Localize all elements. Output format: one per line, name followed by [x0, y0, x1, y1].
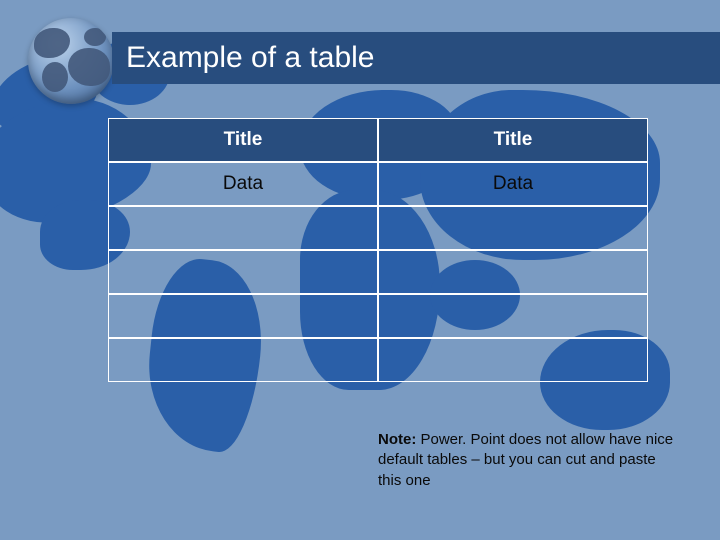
table-cell: [108, 294, 378, 338]
note-label: Note:: [378, 431, 416, 448]
table-cell: [108, 206, 378, 250]
slide: Example of a table Title Title Data Data: [0, 0, 720, 540]
table-cell: [378, 206, 648, 250]
table-header-row: Title Title: [108, 118, 648, 162]
table-cell: [378, 250, 648, 294]
table-cell: [108, 250, 378, 294]
table-cell: [378, 294, 648, 338]
table-cell: [108, 338, 378, 382]
table-cell: [378, 338, 648, 382]
title-bar: Example of a table: [112, 32, 720, 84]
table-row: [108, 206, 648, 250]
footer-note: Note: Power. Point does not allow have n…: [378, 430, 678, 491]
table-row: [108, 250, 648, 294]
table-header-cell: Title: [378, 118, 648, 162]
example-table: Title Title Data Data: [108, 118, 648, 382]
table-row: [108, 338, 648, 382]
note-text: Power. Point does not allow have nice de…: [378, 431, 673, 489]
slide-title: Example of a table: [126, 41, 374, 75]
table-cell: Data: [108, 162, 378, 206]
table-row: [108, 294, 648, 338]
table-header-cell: Title: [108, 118, 378, 162]
table-row: Data Data: [108, 162, 648, 206]
table-cell: Data: [378, 162, 648, 206]
globe-icon: [28, 18, 114, 104]
